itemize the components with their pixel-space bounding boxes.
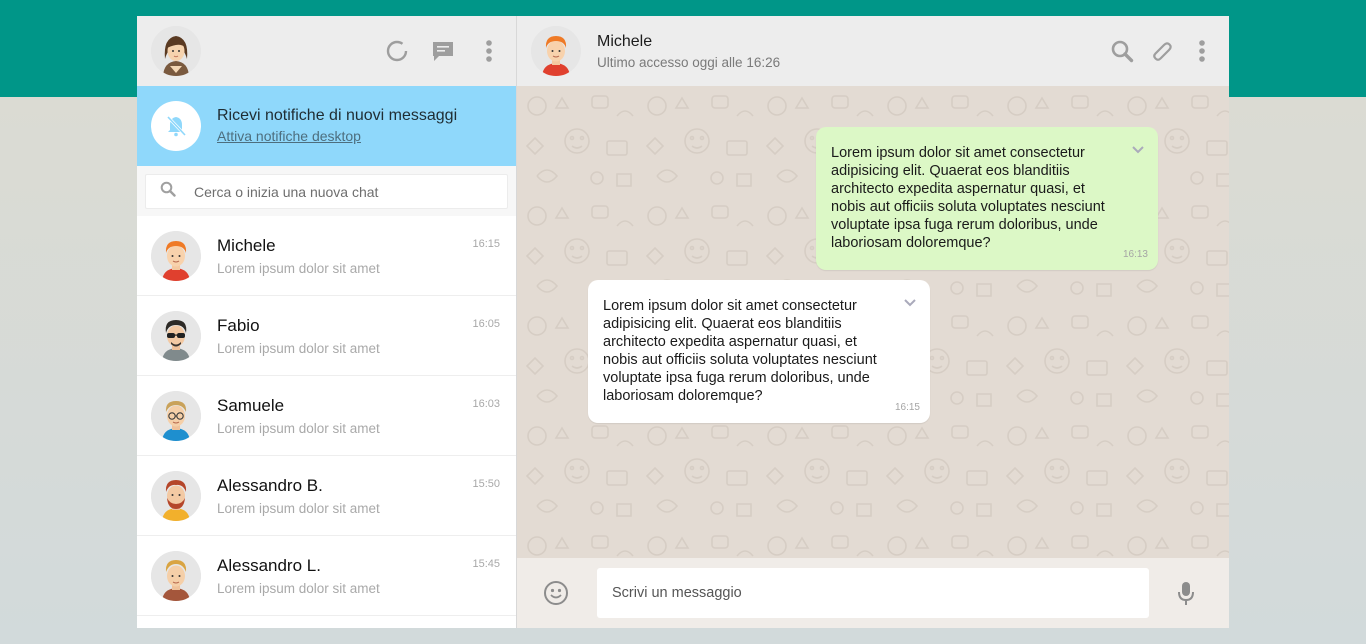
search-bar — [137, 166, 516, 216]
chat-preview: Lorem ipsum dolor sit amet — [217, 580, 380, 596]
sidebar-header — [137, 16, 516, 86]
chat-time: 16:15 — [472, 238, 500, 250]
bell-off-icon — [151, 101, 201, 151]
conversation-panel: Michele Ultimo accesso oggi alle 16:26 L… — [517, 16, 1229, 628]
chat-name: Alessandro B. — [217, 475, 323, 495]
user-avatar[interactable] — [151, 26, 201, 76]
search-icon — [160, 181, 176, 202]
sidebar-header-actions — [384, 38, 502, 64]
chat-time: 16:03 — [472, 398, 500, 410]
outgoing-message[interactable]: Lorem ipsum dolor sit amet consectetur a… — [816, 127, 1158, 270]
chat-list-item[interactable]: Alessandro B. Lorem ipsum dolor sit amet… — [137, 456, 516, 536]
chat-name: Alessandro L. — [217, 555, 321, 575]
chat-list-item[interactable]: Samuele Lorem ipsum dolor sit amet 16:03 — [137, 376, 516, 456]
notification-banner: Ricevi notifiche di nuovi messaggi Attiv… — [137, 86, 516, 166]
menu-icon[interactable] — [476, 38, 502, 64]
search-box — [145, 174, 508, 209]
chat-name: Fabio — [217, 315, 260, 335]
message-time: 16:15 — [894, 402, 920, 413]
chat-app: Ricevi notifiche di nuovi messaggi Attiv… — [137, 16, 1229, 628]
chat-preview: Lorem ipsum dolor sit amet — [217, 420, 380, 436]
incoming-message[interactable]: Lorem ipsum dolor sit amet consectetur a… — [588, 280, 930, 423]
attach-icon[interactable] — [1149, 38, 1175, 64]
chat-list-item[interactable]: Alessandro L. Lorem ipsum dolor sit amet… — [137, 536, 516, 616]
microphone-icon[interactable] — [1173, 580, 1199, 606]
chat-time: 15:50 — [472, 478, 500, 490]
status-icon[interactable] — [384, 38, 410, 64]
chat-time: 16:05 — [472, 318, 500, 330]
message-input[interactable] — [597, 568, 1149, 618]
enable-desktop-notifications-link[interactable]: Attiva notifiche desktop — [217, 128, 361, 144]
chevron-down-icon[interactable] — [1131, 142, 1145, 160]
message-text: Lorem ipsum dolor sit amet consectetur a… — [831, 145, 1105, 251]
avatar-michele — [151, 230, 201, 281]
message-text: Lorem ipsum dolor sit amet consectetur a… — [603, 298, 877, 404]
chat-preview: Lorem ipsum dolor sit amet — [217, 340, 380, 356]
new-chat-icon[interactable] — [430, 38, 456, 64]
chat-preview: Lorem ipsum dolor sit amet — [217, 500, 380, 516]
menu-icon[interactable] — [1189, 38, 1215, 64]
conversation-header: Michele Ultimo accesso oggi alle 16:26 — [517, 16, 1229, 86]
message-time: 16:13 — [1122, 249, 1148, 260]
avatar-samuele — [151, 390, 201, 441]
chat-list-item[interactable]: Michele Lorem ipsum dolor sit amet 16:15 — [137, 216, 516, 296]
last-seen-status: Ultimo accesso oggi alle 16:26 — [597, 54, 781, 70]
chat-list: Michele Lorem ipsum dolor sit amet 16:15 — [137, 216, 516, 628]
chevron-down-icon[interactable] — [903, 295, 917, 313]
search-icon[interactable] — [1109, 38, 1135, 64]
message-area[interactable]: Lorem ipsum dolor sit amet consectetur a… — [517, 86, 1229, 558]
chat-name: Michele — [217, 235, 276, 255]
chat-time: 15:45 — [472, 558, 500, 570]
contact-info[interactable]: Michele Ultimo accesso oggi alle 16:26 — [597, 33, 780, 70]
contact-name: Michele — [597, 32, 653, 50]
chat-name: Samuele — [217, 395, 285, 415]
message-composer — [517, 558, 1229, 628]
avatar-fabio — [151, 310, 201, 361]
contact-avatar[interactable] — [531, 26, 581, 76]
chat-preview: Lorem ipsum dolor sit amet — [217, 260, 380, 276]
sidebar: Ricevi notifiche di nuovi messaggi Attiv… — [137, 16, 517, 628]
avatar-alessandro-l — [151, 550, 201, 601]
chat-list-item[interactable]: Fabio Lorem ipsum dolor sit amet 16:05 — [137, 296, 516, 376]
conversation-header-actions — [1109, 38, 1215, 64]
avatar-alessandro-b — [151, 470, 201, 521]
emoji-icon[interactable] — [543, 580, 569, 606]
search-input[interactable] — [194, 183, 474, 200]
notification-title: Ricevi notifiche di nuovi messaggi — [217, 106, 458, 124]
